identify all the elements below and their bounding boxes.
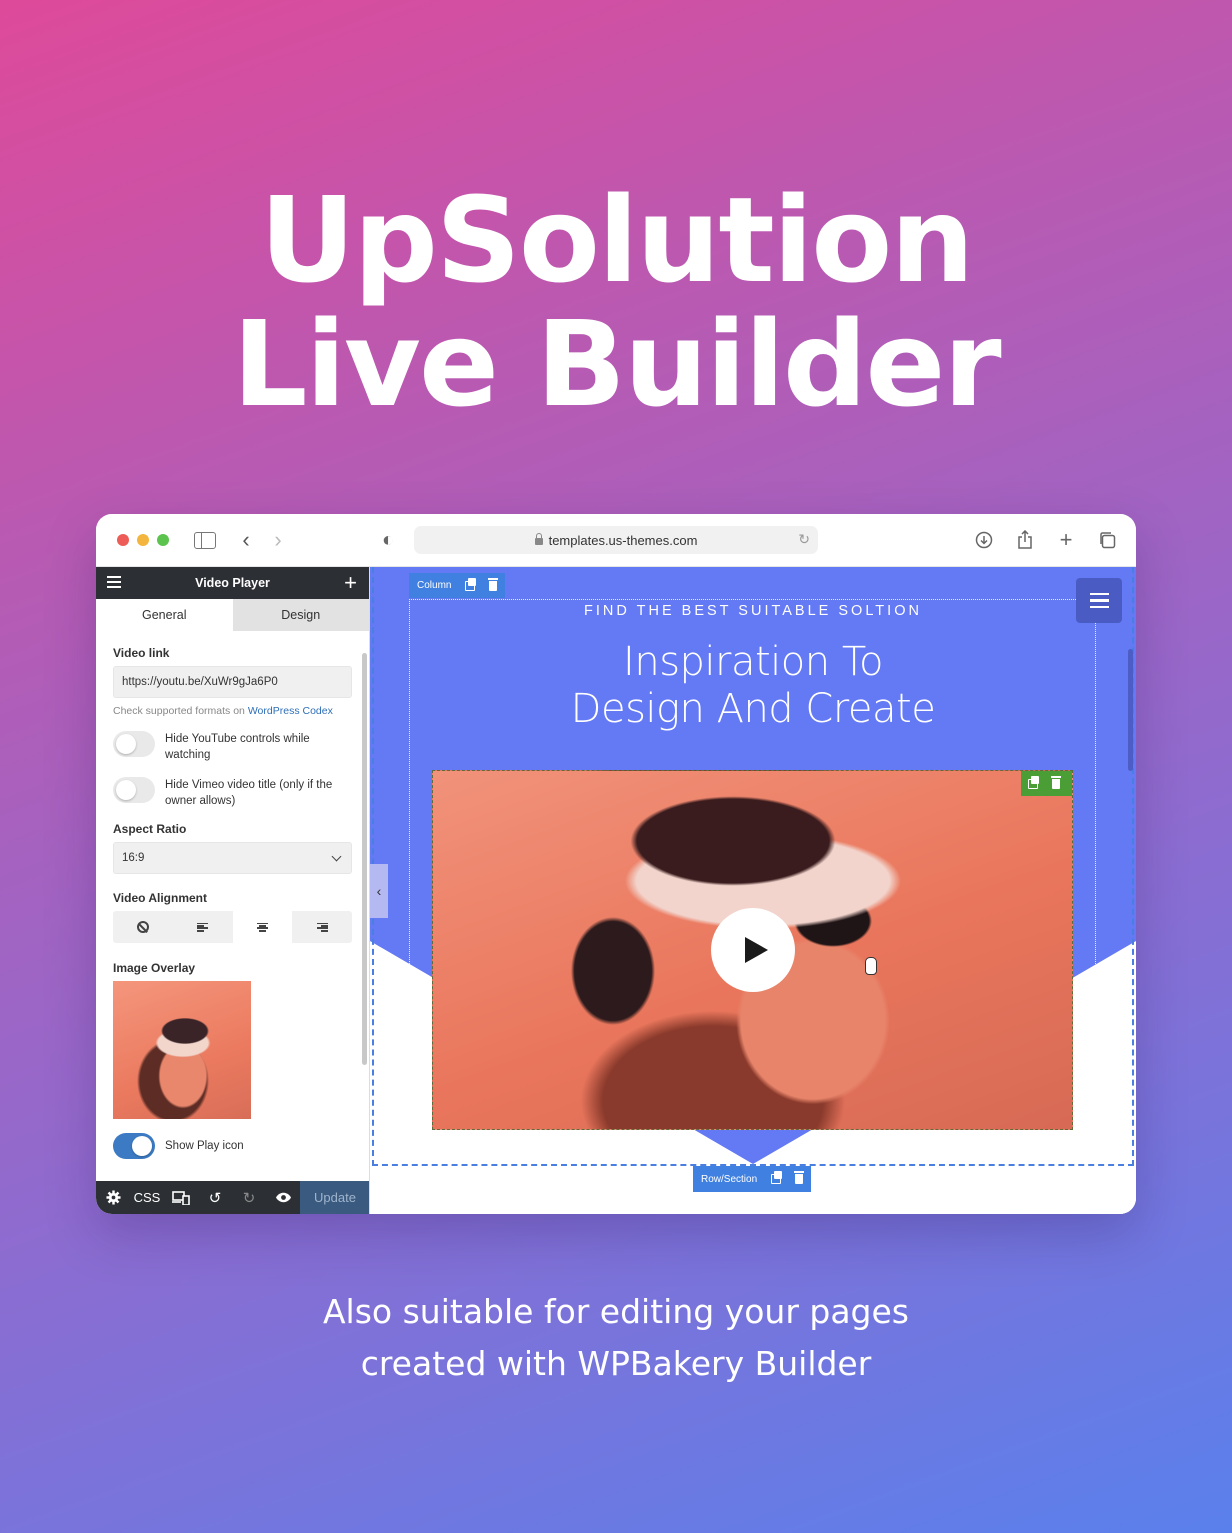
hint-text: Check supported formats on bbox=[113, 705, 248, 717]
align-none-button[interactable] bbox=[113, 911, 173, 943]
play-icon bbox=[744, 937, 768, 963]
aspect-ratio-label: Aspect Ratio bbox=[113, 822, 187, 836]
menu-bar bbox=[1089, 605, 1109, 608]
wordpress-codex-link[interactable]: WordPress Codex bbox=[248, 705, 333, 717]
url-text: templates.us-themes.com bbox=[548, 532, 698, 548]
hide-youtube-controls-toggle[interactable] bbox=[113, 731, 155, 757]
back-icon[interactable]: ‹ bbox=[238, 527, 254, 552]
column-label: Column bbox=[417, 580, 452, 591]
align-center-button[interactable] bbox=[232, 911, 293, 943]
tab-general[interactable]: General bbox=[96, 599, 233, 631]
panel-body: Video link https://youtu.be/XuWr9gJa6P0 … bbox=[96, 646, 369, 1159]
video-alignment-label: Video Alignment bbox=[113, 891, 208, 905]
sidebar-toggle-icon[interactable] bbox=[194, 532, 216, 549]
new-tab-icon[interactable]: + bbox=[1056, 527, 1076, 552]
delete-element-icon[interactable] bbox=[1051, 775, 1061, 789]
collapse-panel-button[interactable]: ‹ bbox=[370, 864, 388, 918]
zoom-window-button[interactable] bbox=[157, 534, 169, 546]
address-bar[interactable]: templates.us-themes.com ↻ bbox=[414, 526, 818, 554]
show-play-icon-toggle[interactable] bbox=[113, 1133, 155, 1159]
css-button[interactable]: CSS bbox=[130, 1181, 164, 1214]
responsive-icon[interactable] bbox=[164, 1181, 198, 1214]
site-menu-button[interactable] bbox=[1076, 578, 1122, 623]
show-play-icon-row: Show Play icon bbox=[113, 1133, 352, 1159]
preview-icon[interactable] bbox=[266, 1181, 300, 1214]
minimize-window-button[interactable] bbox=[137, 534, 149, 546]
align-right-icon bbox=[316, 922, 328, 932]
align-center-icon bbox=[256, 922, 268, 932]
image-overlay-label: Image Overlay bbox=[113, 961, 196, 975]
subtitle-line2: created with WPBakery Builder bbox=[360, 1344, 872, 1383]
duplicate-column-icon[interactable] bbox=[465, 577, 477, 591]
subtitle-line1: Also suitable for editing your pages bbox=[322, 1292, 909, 1331]
menu-icon[interactable] bbox=[107, 576, 121, 588]
hide-youtube-controls-row: Hide YouTube controls while watching bbox=[113, 731, 352, 763]
tab-design[interactable]: Design bbox=[232, 599, 369, 631]
row-section-label: Row/Section bbox=[701, 1173, 758, 1185]
delete-row-icon[interactable] bbox=[794, 1171, 805, 1184]
builder-panel: Video Player + General Design Video link… bbox=[96, 567, 370, 1214]
image-overlay-thumbnail[interactable] bbox=[113, 981, 251, 1119]
panel-footer: CSS ↺ ↻ Update bbox=[96, 1181, 369, 1214]
delete-column-icon[interactable] bbox=[488, 577, 499, 591]
forward-icon[interactable]: › bbox=[270, 527, 286, 552]
hide-vimeo-title-toggle[interactable] bbox=[113, 777, 155, 803]
video-link-input[interactable]: https://youtu.be/XuWr9gJa6P0 bbox=[113, 666, 352, 698]
menu-bar bbox=[1089, 593, 1109, 596]
hero-title: UpSolution Live Builder bbox=[0, 178, 1232, 426]
row-section-toolbar[interactable]: Row/Section bbox=[693, 1166, 811, 1192]
hide-youtube-controls-label: Hide YouTube controls while watching bbox=[165, 733, 310, 761]
hand-cursor-icon bbox=[865, 957, 877, 975]
video-link-hint: Check supported formats on WordPress Cod… bbox=[113, 705, 352, 717]
redo-icon[interactable]: ↻ bbox=[232, 1181, 266, 1214]
hide-vimeo-title-label: Hide Vimeo video title (only if the owne… bbox=[165, 779, 333, 807]
duplicate-row-icon[interactable] bbox=[771, 1171, 783, 1184]
lock-icon bbox=[534, 532, 543, 545]
update-button[interactable]: Update bbox=[300, 1181, 369, 1214]
section-kicker: FIND THE BEST SUITABLE SOLTION bbox=[584, 603, 922, 619]
video-alignment-group bbox=[113, 911, 352, 943]
hero-title-line2: Live Builder bbox=[232, 295, 1001, 433]
menu-bar bbox=[1089, 599, 1109, 602]
settings-icon[interactable] bbox=[96, 1181, 130, 1214]
no-alignment-icon bbox=[136, 921, 149, 933]
add-element-icon[interactable]: + bbox=[344, 570, 357, 596]
chevron-down-icon bbox=[331, 851, 342, 861]
hero-subtitle: Also suitable for editing your pages cre… bbox=[0, 1286, 1232, 1390]
column-toolbar[interactable]: Column bbox=[409, 573, 505, 598]
browser-toolbar: ‹ › ◐ templates.us-themes.com ↻ + bbox=[96, 514, 1136, 567]
shield-icon[interactable]: ◐ bbox=[380, 528, 396, 552]
live-canvas: Column FIND THE BEST SUITABLE SOLTION In… bbox=[370, 567, 1136, 1214]
canvas-scrollbar[interactable] bbox=[1128, 649, 1133, 771]
headline-line2: Design And Create bbox=[570, 686, 936, 732]
align-left-icon bbox=[197, 922, 209, 932]
tabs-overview-icon[interactable] bbox=[1096, 528, 1118, 552]
close-window-button[interactable] bbox=[117, 534, 129, 546]
panel-scrollbar[interactable] bbox=[362, 653, 367, 1065]
share-icon[interactable] bbox=[1015, 528, 1035, 552]
panel-title: Video Player bbox=[195, 576, 270, 590]
hide-vimeo-title-row: Hide Vimeo video title (only if the owne… bbox=[113, 777, 352, 809]
aspect-ratio-value: 16:9 bbox=[122, 852, 145, 864]
show-play-icon-label: Show Play icon bbox=[165, 1140, 244, 1152]
panel-tabs: General Design bbox=[96, 599, 369, 631]
browser-window: ‹ › ◐ templates.us-themes.com ↻ + Video … bbox=[96, 514, 1136, 1214]
duplicate-element-icon[interactable] bbox=[1028, 775, 1039, 789]
headline-line1: Inspiration To bbox=[623, 639, 883, 685]
undo-icon[interactable]: ↺ bbox=[198, 1181, 232, 1214]
video-player-element[interactable] bbox=[432, 770, 1073, 1130]
video-link-label: Video link bbox=[113, 646, 170, 660]
download-icon[interactable] bbox=[974, 528, 994, 552]
play-button[interactable] bbox=[711, 908, 795, 992]
hero-title-line1: UpSolution bbox=[259, 171, 975, 309]
video-element-toolbar[interactable] bbox=[1021, 771, 1072, 796]
reload-icon[interactable]: ↻ bbox=[798, 531, 810, 548]
aspect-ratio-select[interactable]: 16:9 bbox=[113, 842, 352, 874]
align-right-button[interactable] bbox=[292, 911, 352, 943]
panel-header: Video Player + bbox=[96, 567, 369, 599]
align-left-button[interactable] bbox=[173, 911, 233, 943]
section-headline: Inspiration To Design And Create bbox=[370, 639, 1136, 733]
